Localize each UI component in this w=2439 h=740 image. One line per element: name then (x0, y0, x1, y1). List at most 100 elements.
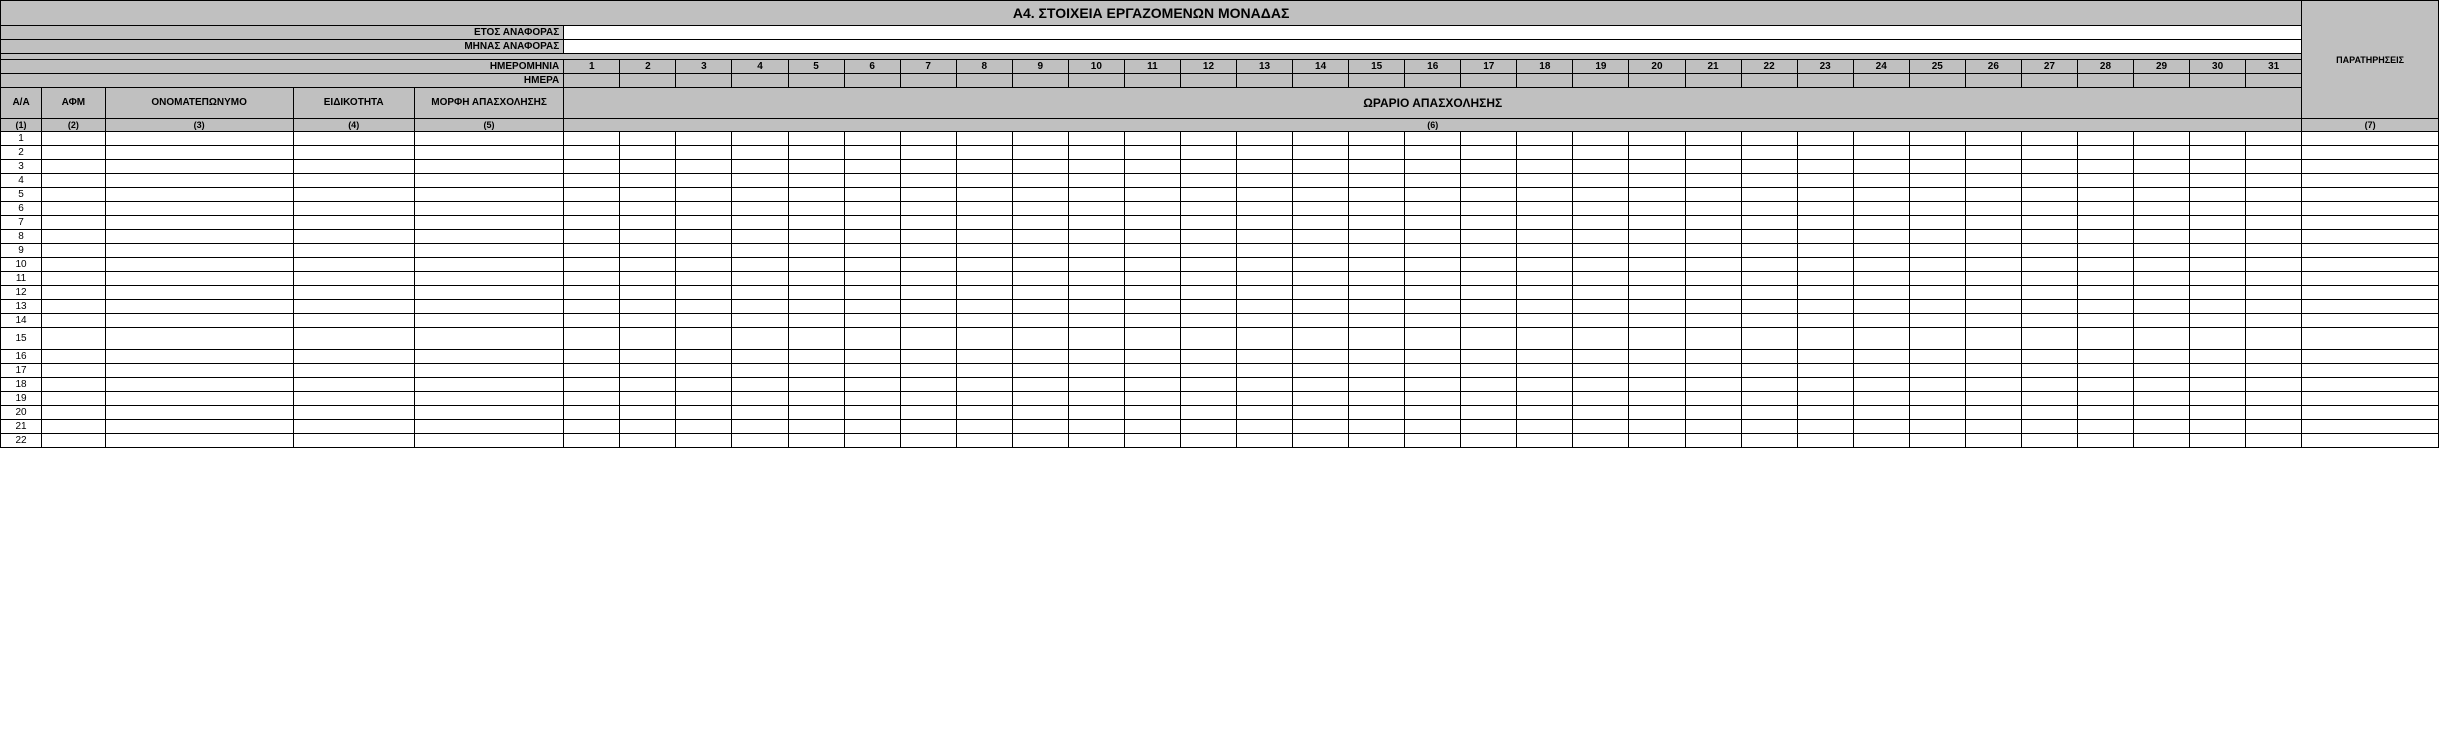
data-cell[interactable] (1853, 146, 1909, 160)
data-cell[interactable] (293, 406, 414, 420)
data-cell[interactable] (2246, 328, 2302, 350)
data-cell[interactable] (564, 230, 620, 244)
data-cell[interactable] (1068, 244, 1124, 258)
data-cell[interactable] (956, 160, 1012, 174)
data-cell[interactable] (2134, 216, 2190, 230)
data-cell[interactable] (1629, 132, 1685, 146)
data-cell[interactable] (2190, 244, 2246, 258)
data-cell[interactable] (1573, 230, 1629, 244)
data-cell[interactable] (1461, 202, 1517, 216)
data-cell[interactable] (1573, 378, 1629, 392)
data-cell[interactable] (42, 328, 106, 350)
data-cell[interactable] (1405, 364, 1461, 378)
data-cell[interactable] (1573, 146, 1629, 160)
data-cell[interactable] (620, 146, 676, 160)
data-cell[interactable] (788, 188, 844, 202)
data-cell[interactable] (414, 160, 563, 174)
data-cell[interactable] (1517, 378, 1573, 392)
data-cell[interactable] (788, 300, 844, 314)
data-cell[interactable] (2077, 350, 2133, 364)
data-cell[interactable] (1405, 328, 1461, 350)
data-cell[interactable] (414, 230, 563, 244)
data-cell[interactable] (2077, 244, 2133, 258)
data-cell[interactable] (1349, 202, 1405, 216)
data-cell[interactable] (1853, 244, 1909, 258)
data-cell[interactable] (1012, 328, 1068, 350)
data-cell[interactable] (620, 216, 676, 230)
data-cell[interactable] (42, 286, 106, 300)
data-cell[interactable] (1180, 378, 1236, 392)
data-cell[interactable] (1965, 174, 2021, 188)
weekday-cell[interactable] (1012, 74, 1068, 88)
data-cell[interactable] (900, 314, 956, 328)
data-cell[interactable] (956, 174, 1012, 188)
data-cell[interactable] (2190, 146, 2246, 160)
data-cell[interactable] (1741, 272, 1797, 286)
data-cell[interactable] (414, 286, 563, 300)
data-cell[interactable] (900, 230, 956, 244)
data-cell[interactable] (564, 420, 620, 434)
data-cell[interactable] (2077, 392, 2133, 406)
data-cell[interactable] (1573, 434, 1629, 448)
weekday-cell[interactable] (1797, 74, 1853, 88)
data-cell[interactable] (1909, 174, 1965, 188)
data-cell[interactable] (1629, 434, 1685, 448)
data-cell[interactable] (788, 350, 844, 364)
weekday-cell[interactable] (1349, 74, 1405, 88)
data-cell[interactable] (1349, 272, 1405, 286)
data-cell[interactable] (1629, 216, 1685, 230)
data-cell[interactable] (42, 188, 106, 202)
data-cell[interactable] (1293, 146, 1349, 160)
data-cell[interactable] (1293, 378, 1349, 392)
data-cell[interactable] (844, 314, 900, 328)
data-cell[interactable] (788, 406, 844, 420)
data-cell[interactable] (620, 406, 676, 420)
data-cell[interactable] (1349, 244, 1405, 258)
data-cell[interactable] (620, 230, 676, 244)
data-cell[interactable] (1293, 364, 1349, 378)
data-cell[interactable] (1068, 300, 1124, 314)
data-cell[interactable] (1517, 174, 1573, 188)
data-cell[interactable] (1012, 160, 1068, 174)
data-cell[interactable] (1741, 314, 1797, 328)
data-cell[interactable] (1853, 160, 1909, 174)
data-cell[interactable] (1012, 392, 1068, 406)
data-cell[interactable] (1405, 244, 1461, 258)
data-cell[interactable] (732, 300, 788, 314)
data-cell[interactable] (1068, 216, 1124, 230)
data-cell[interactable] (900, 406, 956, 420)
data-cell[interactable] (1573, 132, 1629, 146)
data-cell[interactable] (1685, 174, 1741, 188)
data-cell[interactable] (1909, 216, 1965, 230)
data-cell[interactable] (1517, 392, 1573, 406)
data-cell[interactable] (1965, 230, 2021, 244)
data-cell[interactable] (2246, 160, 2302, 174)
data-cell[interactable] (1237, 230, 1293, 244)
data-cell[interactable] (1909, 188, 1965, 202)
data-cell[interactable] (42, 378, 106, 392)
data-cell[interactable] (1909, 378, 1965, 392)
data-cell[interactable] (788, 328, 844, 350)
data-cell[interactable] (42, 420, 106, 434)
data-cell[interactable] (1909, 364, 1965, 378)
data-cell[interactable] (844, 328, 900, 350)
data-cell[interactable] (1068, 314, 1124, 328)
data-cell[interactable] (1629, 174, 1685, 188)
data-cell[interactable] (1293, 434, 1349, 448)
data-cell[interactable] (1909, 146, 1965, 160)
data-cell[interactable] (1797, 160, 1853, 174)
data-cell[interactable] (1909, 132, 1965, 146)
data-cell[interactable] (900, 286, 956, 300)
data-cell[interactable] (1629, 350, 1685, 364)
data-cell[interactable] (2302, 146, 2439, 160)
data-cell[interactable] (676, 392, 732, 406)
data-cell[interactable] (2302, 216, 2439, 230)
data-cell[interactable] (1909, 272, 1965, 286)
data-cell[interactable] (1965, 132, 2021, 146)
data-cell[interactable] (900, 146, 956, 160)
data-cell[interactable] (1405, 202, 1461, 216)
data-cell[interactable] (2077, 328, 2133, 350)
data-cell[interactable] (2302, 258, 2439, 272)
data-cell[interactable] (1293, 160, 1349, 174)
data-cell[interactable] (1180, 146, 1236, 160)
